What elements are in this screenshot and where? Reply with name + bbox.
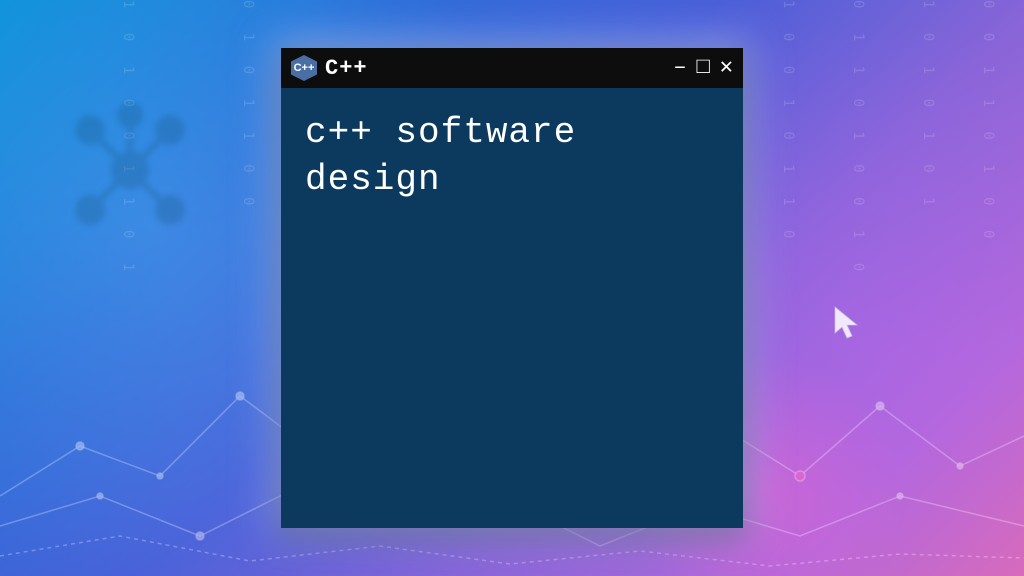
window-titlebar[interactable]: C++ C++ – □ ✕	[281, 48, 743, 88]
window-controls: – □ ✕	[673, 57, 733, 79]
terminal-window: C++ C++ – □ ✕ c++ software design	[281, 48, 743, 528]
minimize-button[interactable]: –	[673, 57, 686, 79]
maximize-button[interactable]: □	[697, 57, 710, 79]
window-title: C++	[325, 56, 368, 81]
cpp-icon-label: C++	[294, 62, 315, 74]
content-text: c++ software design	[305, 110, 719, 204]
window-body: c++ software design	[281, 88, 743, 528]
cpp-icon: C++	[291, 55, 317, 81]
close-button[interactable]: ✕	[720, 57, 733, 79]
